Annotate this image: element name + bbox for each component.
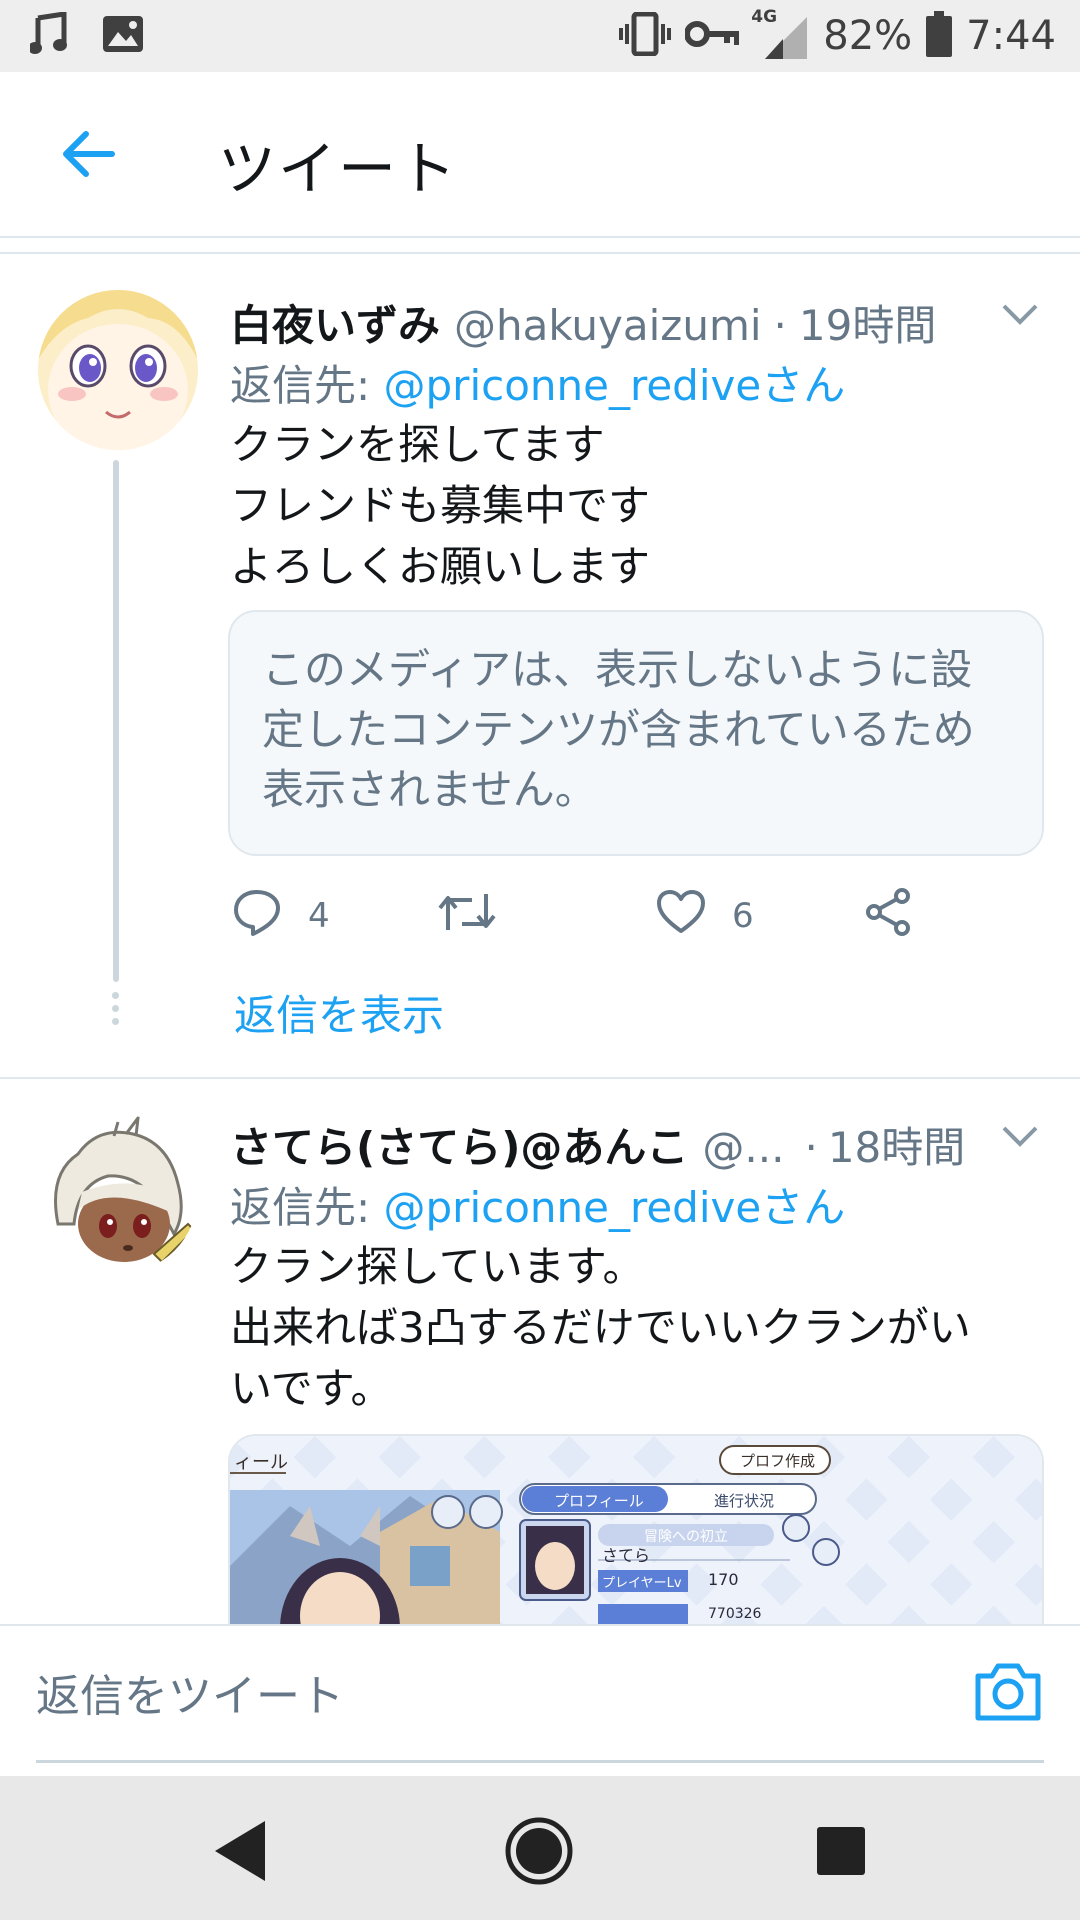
nav-back-button[interactable] [196, 1808, 286, 1898]
camera-button[interactable] [972, 1656, 1044, 1728]
reply-to-link[interactable]: @priconne_rediveさん [384, 1183, 846, 1232]
retweet-icon [438, 890, 496, 943]
like-button[interactable]: 6 [656, 886, 754, 946]
vpn-key-icon [684, 19, 741, 53]
chevron-down-icon [998, 1126, 1042, 1162]
reply-input[interactable]: 返信をツイート [36, 1660, 936, 1730]
back-button[interactable] [48, 116, 128, 196]
display-name[interactable]: さてら(さてら)@あんこ [230, 1114, 688, 1175]
square-recents-icon [815, 1825, 867, 1881]
tweet-text-line: クランを探してます [230, 420, 605, 469]
reply-icon [232, 888, 282, 945]
camera-icon [972, 1663, 1044, 1732]
chevron-down-icon [998, 304, 1042, 340]
status-bar: 4G 82% 7:44 [0, 0, 1080, 72]
timestamp[interactable]: 19時間 [799, 292, 936, 353]
music-icon [28, 11, 70, 60]
battery-icon [926, 11, 953, 61]
tweet-text-line: いです。 [230, 1364, 393, 1413]
reply-button[interactable]: 4 [232, 886, 330, 946]
media-tab-progress: 進行状況 [714, 1492, 775, 1510]
tweet-menu-button[interactable] [998, 1114, 1042, 1158]
reply-context: 返信先: @priconne_rediveさん [230, 1174, 845, 1235]
reply-prefix: 返信先: [230, 1183, 384, 1232]
media-subtitle: 冒険への初立 [644, 1529, 728, 1545]
image-icon [102, 15, 144, 57]
tweet-text-line: フレンドも募集中です [230, 481, 651, 530]
tweet-divider [0, 1077, 1080, 1079]
separator-dot: · [773, 301, 787, 350]
signal-icon: 4G [751, 7, 809, 61]
media-profile-create-button: プロフ作成 [740, 1452, 816, 1470]
tweet-menu-button[interactable] [998, 292, 1042, 336]
share-icon [864, 887, 914, 946]
avatar[interactable] [38, 290, 198, 450]
circle-home-icon [503, 1815, 575, 1891]
sensitive-media-notice[interactable]: このメディアは、表示しないように設定したコンテンツが含まれているため表示されませ… [228, 610, 1044, 856]
media-player-lv: 170 [708, 1570, 739, 1589]
show-replies-link[interactable]: 返信を表示 [234, 982, 444, 1043]
display-name[interactable]: 白夜いずみ [230, 292, 440, 353]
triangle-back-icon [211, 1819, 271, 1887]
input-underline [36, 1760, 1044, 1763]
reply-context: 返信先: @priconne_rediveさん [230, 352, 845, 413]
retweet-button[interactable] [438, 886, 496, 946]
like-count: 6 [732, 896, 754, 936]
divider [0, 252, 1080, 254]
tweet-actions: 4 6 [232, 886, 952, 946]
tweet-media-image[interactable]: ィール プロフ作成 プロフィール 進行状況 冒険への初立 さてら プレイヤーLv… [228, 1434, 1044, 1626]
reply-prefix: 返信先: [230, 361, 384, 410]
tweet-text: クランを探してます フレンドも募集中です よろしくお願いします [230, 414, 1040, 597]
page-title: ツイート [218, 135, 459, 203]
media-player-name: さてら [602, 1546, 651, 1565]
avatar[interactable] [38, 1114, 198, 1274]
reply-to-link[interactable]: @priconne_rediveさん [384, 361, 846, 410]
nav-home-button[interactable] [494, 1808, 584, 1898]
user-handle[interactable]: @hakuyaizumi [454, 301, 762, 350]
thread-connector [113, 460, 119, 982]
media-header-fragment: ィール [234, 1452, 288, 1473]
heart-icon [656, 889, 706, 944]
system-navigation-bar [0, 1776, 1080, 1920]
user-handle[interactable]: @... [702, 1123, 784, 1172]
share-button[interactable] [864, 886, 914, 946]
reply-composer: 返信をツイート [0, 1624, 1080, 1776]
media-tab-profile: プロフィール [554, 1492, 644, 1510]
tweet-header: さてら(さてら)@あんこ @... · 18時間 [230, 1114, 970, 1175]
tweet-text-line: クラン探しています。 [230, 1242, 645, 1291]
arrow-left-icon [60, 130, 116, 182]
tweet-text-line: 出来れば3凸するだけでいいクランがい [230, 1303, 971, 1352]
separator-dot: · [804, 1123, 818, 1172]
timestamp[interactable]: 18時間 [828, 1114, 965, 1175]
vibrate-icon [619, 11, 672, 60]
thread-connector-dots [112, 992, 120, 1031]
tweet-text: クラン探しています。 出来れば3凸するだけでいいクランがい いです。 [230, 1236, 1040, 1419]
media-player-lv-label: プレイヤーLv [602, 1576, 682, 1591]
clock: 7:44 [966, 13, 1056, 59]
tweet-text-line: よろしくお願いします [230, 542, 651, 591]
battery-percent: 82% [823, 13, 913, 59]
app-bar: ツイート [0, 72, 1080, 238]
reply-count: 4 [308, 896, 330, 936]
media-partial-value: 770326 [708, 1606, 762, 1622]
tweet-header: 白夜いずみ @hakuyaizumi · 19時間 [230, 292, 1040, 353]
nav-recents-button[interactable] [796, 1808, 886, 1898]
